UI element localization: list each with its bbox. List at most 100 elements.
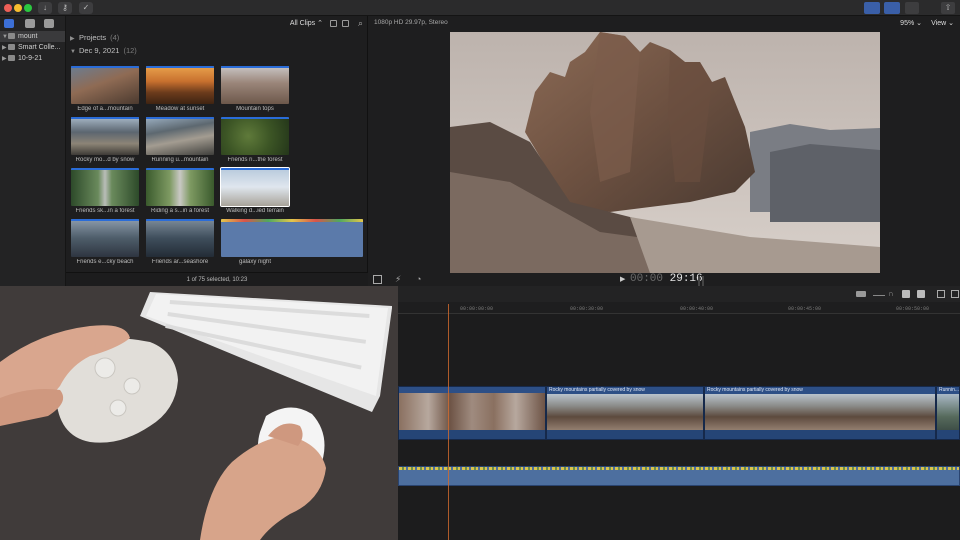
sidebar-item-event[interactable]: ▶ 10-9-21 xyxy=(0,53,65,64)
projects-group[interactable]: ▶ Projects (4) xyxy=(66,31,367,44)
timeline-clip-name: Rocky mountains partially covered by sno… xyxy=(549,387,645,393)
zoom-slider-icon[interactable] xyxy=(873,291,885,296)
audio-waveform xyxy=(399,467,959,470)
ruler-tick: 00:00:00:00 xyxy=(460,306,494,312)
clip-thumbnail[interactable] xyxy=(146,66,214,104)
event-icon xyxy=(8,54,15,61)
webcam-overlay xyxy=(0,286,398,540)
viewer-frame[interactable] xyxy=(450,32,880,273)
timeline-ruler[interactable]: 00:00:00:00 00:00:30:00 00:00:40:00 00:0… xyxy=(398,302,960,314)
clip-label: galaxy night xyxy=(238,259,272,265)
clip-thumbnail[interactable] xyxy=(146,219,214,257)
audio-bar xyxy=(221,66,289,68)
ruler-tick: 00:00:40:00 xyxy=(680,306,714,312)
clip-thumbnail-audio[interactable] xyxy=(221,219,363,257)
sidebar-item-label: mount xyxy=(18,33,38,40)
main-toolbar: ↓ ⚷ ✓ ⇧ xyxy=(0,0,960,16)
import-button[interactable]: ↓ xyxy=(38,2,52,14)
search-icon[interactable]: ⌕ xyxy=(358,18,363,29)
sidebar-item-smart-collections[interactable]: ▶ Smart Colle... xyxy=(0,42,65,53)
photos-tab-icon[interactable] xyxy=(25,19,35,28)
clip-thumbnail[interactable] xyxy=(71,66,139,104)
mountain-image xyxy=(450,32,880,273)
clip-thumbnail[interactable] xyxy=(146,168,214,206)
close-window-button[interactable] xyxy=(4,4,12,12)
film-strip-icon[interactable] xyxy=(342,20,349,27)
timecode-display[interactable]: 00:00 29:16 xyxy=(630,273,703,285)
keywords-button[interactable]: ⚷ xyxy=(58,2,72,14)
projects-label: Projects xyxy=(79,33,107,42)
titles-tab-icon[interactable] xyxy=(44,19,54,28)
timeline-clip[interactable]: Rocky mountains partially covered by sno… xyxy=(546,386,704,440)
playhead[interactable] xyxy=(448,304,449,540)
clip-audio xyxy=(547,430,703,439)
ruler-tick: 00:00:50:00 xyxy=(896,306,930,312)
timeline-clip[interactable]: Runnin... xyxy=(936,386,960,440)
share-button[interactable]: ⇧ xyxy=(941,2,955,14)
background-tasks-button[interactable]: ✓ xyxy=(79,2,93,14)
clip-filmstrip xyxy=(937,394,959,432)
audio-bar xyxy=(221,219,363,222)
timecode-dim: 00:00 xyxy=(630,273,664,285)
audio-bar xyxy=(221,168,289,170)
clip-thumbnail[interactable] xyxy=(221,66,289,104)
headphones-icon[interactable]: ∩ xyxy=(888,289,894,298)
audio-bar xyxy=(146,66,214,68)
ruler-tick: 00:00:45:00 xyxy=(788,306,822,312)
select-tool-icon[interactable] xyxy=(373,275,382,284)
checkmark-circle-icon: ✓ xyxy=(82,3,90,12)
key-icon: ⚷ xyxy=(62,3,68,12)
clip-appearance-icon[interactable] xyxy=(856,291,866,297)
chevron-updown-icon: ⌃ xyxy=(317,20,323,27)
zoom-dropdown[interactable]: 95% ⌄ xyxy=(900,19,922,27)
clip-audio xyxy=(937,430,959,439)
audio-bar xyxy=(146,219,214,221)
speed-icon[interactable]: ◔ xyxy=(416,274,421,284)
clip-label: Friends ri...the forest xyxy=(227,157,283,163)
layout-icon[interactable] xyxy=(937,290,945,298)
play-icon[interactable]: ▶ xyxy=(620,275,625,283)
view-dropdown[interactable]: View ⌄ xyxy=(931,19,954,27)
sidebar-item-label: Smart Colle... xyxy=(18,44,61,51)
clip-appearance-icon[interactable] xyxy=(330,20,337,27)
clip-thumbnail-selected[interactable] xyxy=(220,167,290,207)
clip-thumbnail[interactable] xyxy=(71,168,139,206)
viewer: 1080p HD 29.97p, Stereo 95% ⌄ View ⌄ ▶ 0… xyxy=(368,16,960,286)
minimize-window-button[interactable] xyxy=(14,4,22,12)
clip-thumbnail[interactable] xyxy=(146,117,214,155)
clip-label: Friends ar...seashore xyxy=(151,259,209,265)
clip-thumbnail[interactable] xyxy=(221,117,289,155)
clip-filter-dropdown[interactable]: All Clips ⌃ xyxy=(290,19,323,27)
audio-bar xyxy=(146,117,214,119)
skimming-icon[interactable] xyxy=(902,290,910,298)
effects-icon[interactable] xyxy=(951,290,959,298)
snapping-icon[interactable] xyxy=(917,290,925,298)
inspector-toggle-button[interactable] xyxy=(905,2,919,14)
desk-photo xyxy=(0,286,398,540)
clip-audio xyxy=(705,430,935,439)
browser-toggle-button[interactable] xyxy=(864,2,880,14)
wand-icon[interactable]: ⚡ xyxy=(395,274,401,285)
clip-label: Riding a s...in a forest xyxy=(150,208,210,214)
folder-icon xyxy=(8,43,15,50)
sidebar-item-library[interactable]: ▼ mount xyxy=(0,31,65,42)
timeline-toggle-button[interactable] xyxy=(884,2,900,14)
ruler-tick: 00:00:30:00 xyxy=(570,306,604,312)
timeline-clip[interactable]: Rocky mountains partially covered by sno… xyxy=(704,386,936,440)
zoom-window-button[interactable] xyxy=(24,4,32,12)
timeline-toolbar: ∩ xyxy=(368,286,960,302)
timeline-tracks[interactable]: Rocky mountains partially covered by sno… xyxy=(398,314,960,540)
event-date-group[interactable]: ▼ Dec 9, 2021 (12) xyxy=(66,44,367,57)
timeline-clip[interactable] xyxy=(398,386,546,440)
audio-track[interactable] xyxy=(398,466,960,486)
clip-label: Edge of a...mountain xyxy=(77,106,133,112)
zoom-value: 95% xyxy=(900,20,915,27)
clip-thumbnail[interactable] xyxy=(71,219,139,257)
download-icon: ↓ xyxy=(43,3,47,12)
clip-filmstrip xyxy=(547,394,703,432)
clip-thumbnail[interactable] xyxy=(71,117,139,155)
event-count: (12) xyxy=(123,46,137,55)
libraries-tab-icon[interactable] xyxy=(4,19,14,28)
clip-filmstrip xyxy=(399,393,545,431)
clip-label: Friends sk...in a forest xyxy=(75,208,135,214)
